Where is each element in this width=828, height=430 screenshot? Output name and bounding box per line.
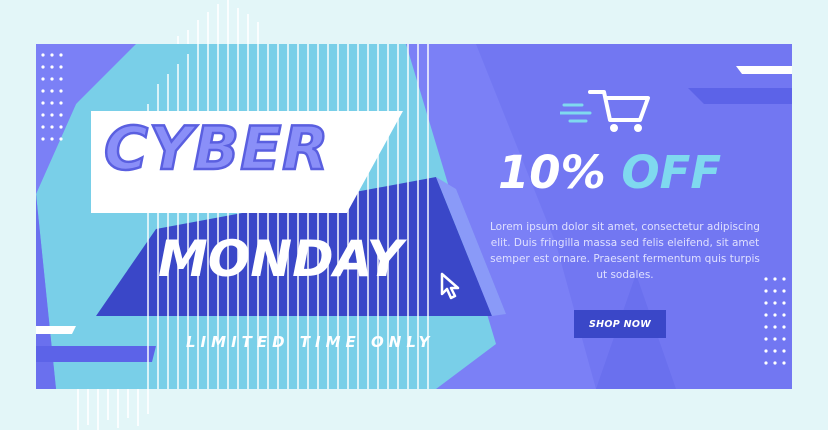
- overflow-lines: [77, 0, 259, 430]
